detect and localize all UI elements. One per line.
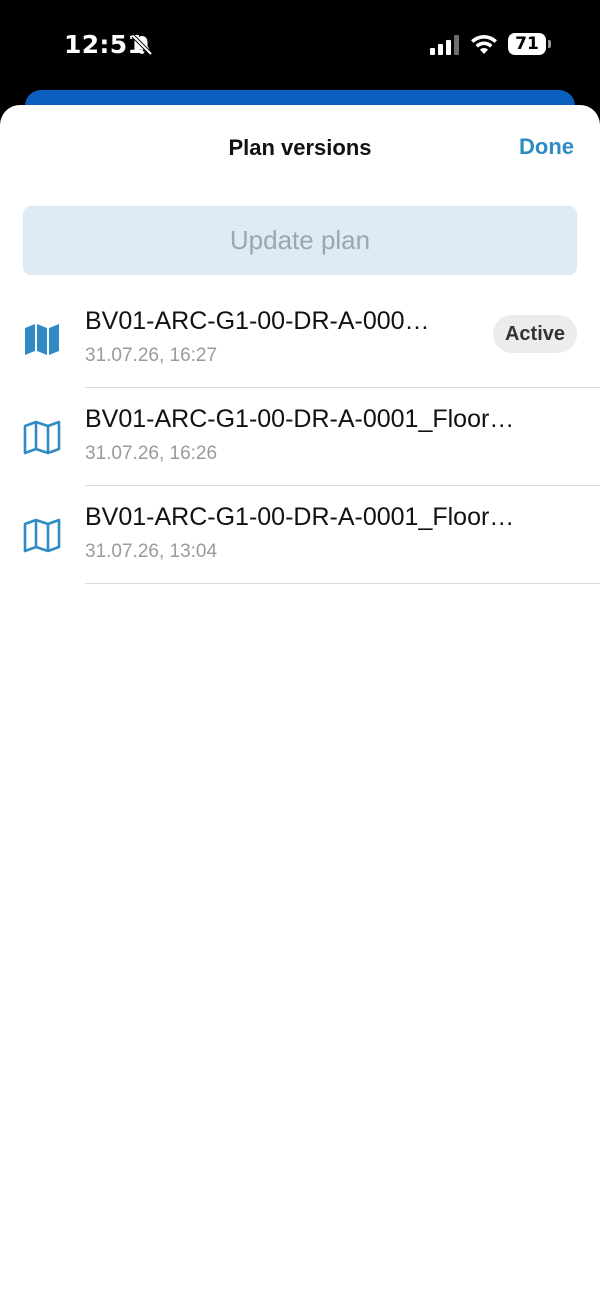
version-name: BV01-ARC-G1-00-DR-A-0001_Floor… <box>85 503 515 531</box>
update-plan-button[interactable]: Update plan <box>23 206 577 275</box>
status-bar: 12:51 71 <box>0 0 600 92</box>
version-name: BV01-ARC-G1-00-DR-A-000… <box>85 307 430 335</box>
version-row[interactable]: BV01-ARC-G1-00-DR-A-0001_Floor… 31.07.26… <box>0 388 600 486</box>
version-date: 31.07.26, 16:26 <box>85 443 218 464</box>
active-badge: Active <box>492 315 577 353</box>
wifi-icon <box>471 34 497 54</box>
battery-cap <box>548 40 551 48</box>
plan-versions-sheet: Plan versions Done Update plan BV01-ARC-… <box>0 105 600 1301</box>
map-filled-icon <box>25 324 59 355</box>
version-date: 31.07.26, 13:04 <box>85 541 218 562</box>
map-outline-icon <box>23 420 61 455</box>
battery-icon: 71 <box>508 33 552 55</box>
map-outline-icon <box>23 518 61 553</box>
cellular-signal-icon <box>430 35 459 55</box>
battery-level: 71 <box>508 33 546 55</box>
version-name: BV01-ARC-G1-00-DR-A-0001_Floor… <box>85 405 515 433</box>
version-list: BV01-ARC-G1-00-DR-A-000… 31.07.26, 16:27… <box>0 290 600 584</box>
version-row[interactable]: BV01-ARC-G1-00-DR-A-0001_Floor… 31.07.26… <box>0 486 600 584</box>
screen: 12:51 71 Plan versions Done Update plan <box>0 0 600 1301</box>
bell-slash-icon <box>131 34 153 56</box>
version-date: 31.07.26, 16:27 <box>85 345 218 366</box>
row-divider <box>85 583 600 584</box>
sheet-title: Plan versions <box>228 135 372 160</box>
version-row[interactable]: BV01-ARC-G1-00-DR-A-000… 31.07.26, 16:27… <box>0 290 600 388</box>
done-button[interactable]: Done <box>519 134 574 160</box>
